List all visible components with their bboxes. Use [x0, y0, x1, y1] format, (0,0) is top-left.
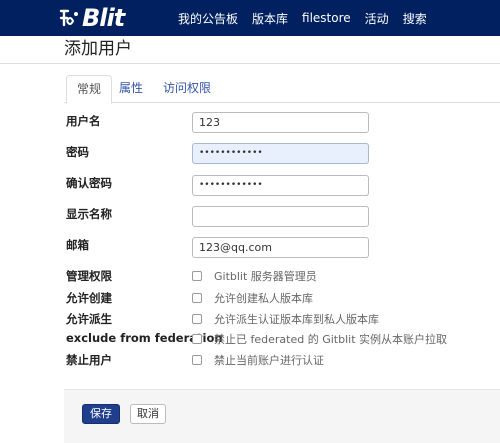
can-create-checkbox-text: 允许创建私人版本库	[214, 292, 313, 305]
can-fork-checkbox-text: 允许派生认证版本库到私人版本库	[214, 313, 379, 326]
nav-link-activity[interactable]: 活动	[365, 10, 389, 27]
exclude-federation-checkbox[interactable]	[192, 334, 202, 344]
tab-attributes[interactable]: 属性	[119, 75, 143, 101]
top-navbar: Blit 我的公告板 版本库 filestore 活动 搜索	[0, 0, 500, 36]
admin-label: 管理权限	[66, 269, 112, 283]
save-button[interactable]: 保存	[82, 404, 120, 424]
nav-links: 我的公告板 版本库 filestore 活动 搜索	[178, 0, 441, 36]
nav-link-filestore[interactable]: filestore	[302, 11, 351, 25]
gitblit-logo-icon	[59, 9, 78, 27]
password-field[interactable]: ••••••••••••	[192, 143, 369, 164]
tab-general[interactable]: 常规	[66, 75, 113, 104]
tab-bar: 常规 属性 访问权限	[64, 75, 500, 104]
username-field[interactable]: 123	[192, 112, 369, 133]
password-label: 密码	[66, 145, 89, 159]
admin-checkbox-text: Gitblit 服务器管理员	[214, 270, 317, 283]
nav-link-search[interactable]: 搜索	[403, 10, 427, 27]
can-fork-label: 允许派生	[66, 312, 112, 326]
disable-user-checkbox[interactable]	[192, 355, 202, 365]
nav-link-dashboard[interactable]: 我的公告板	[178, 10, 238, 27]
display-name-field[interactable]	[192, 206, 369, 227]
exclude-federation-checkbox-text: 禁止已 federated 的 Gitblit 实例从本账户拉取	[214, 333, 448, 346]
username-label: 用户名	[66, 114, 101, 128]
can-fork-checkbox[interactable]	[192, 314, 202, 324]
display-name-label: 显示名称	[66, 207, 112, 221]
admin-checkbox[interactable]	[192, 271, 202, 281]
confirm-password-label: 确认密码	[66, 176, 112, 190]
title-divider	[0, 63, 500, 64]
brand[interactable]: Blit	[58, 3, 125, 33]
can-create-label: 允许创建	[66, 291, 112, 305]
disable-user-checkbox-text: 禁止当前账户进行认证	[214, 354, 324, 367]
brand-name: Blit	[82, 4, 125, 32]
email-field[interactable]: 123@qq.com	[192, 237, 369, 258]
email-label: 邮箱	[66, 238, 89, 252]
disable-user-label: 禁止用户	[66, 353, 112, 367]
confirm-password-field[interactable]: ••••••••••••	[192, 175, 369, 196]
cancel-button[interactable]: 取消	[130, 404, 166, 424]
tab-access-permissions[interactable]: 访问权限	[163, 75, 211, 101]
nav-link-repositories[interactable]: 版本库	[252, 10, 288, 27]
can-create-checkbox[interactable]	[192, 293, 202, 303]
page-title: 添加用户	[64, 39, 132, 59]
